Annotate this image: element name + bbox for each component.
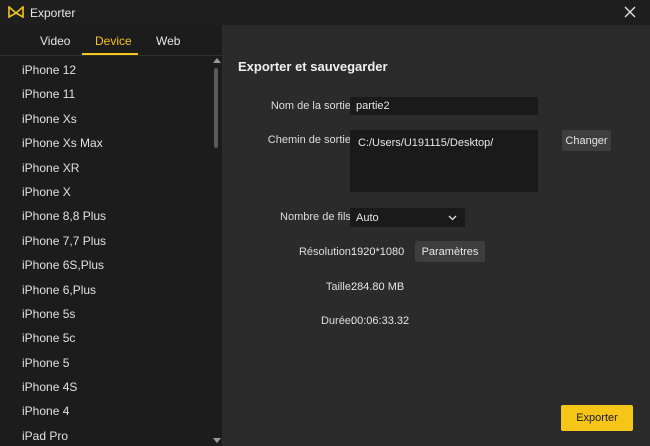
- duration-value: 00:06:33.32: [351, 315, 410, 327]
- window-title: Exporter: [30, 6, 76, 20]
- active-tab-indicator: [82, 53, 138, 55]
- page-title: Exporter et sauvegarder: [238, 59, 388, 74]
- device-item[interactable]: iPhone 11: [0, 82, 210, 106]
- device-item[interactable]: iPhone 5s: [0, 302, 210, 326]
- output-path-label: Chemin de sortie:: [267, 134, 354, 146]
- device-item[interactable]: iPhone 5: [0, 351, 210, 375]
- device-item[interactable]: iPhone 4S: [0, 375, 210, 399]
- device-item[interactable]: iPhone 4: [0, 399, 210, 423]
- duration-label: Durée:: [320, 315, 354, 327]
- export-panel: Exporter et sauvegarder Nom de la sortie…: [222, 25, 650, 446]
- device-item[interactable]: iPad Pro: [0, 424, 210, 446]
- sidebar: Video Device Web iPhone 12 iPhone 11 iPh…: [0, 25, 222, 446]
- size-value: 284.80 MB: [351, 281, 405, 293]
- device-item[interactable]: iPhone Xs Max: [0, 131, 210, 155]
- output-path-field[interactable]: C:/Users/U191115/Desktop/: [350, 130, 538, 192]
- device-item[interactable]: iPhone Xs: [0, 107, 210, 131]
- threads-label: Nombre de fils:: [280, 211, 354, 223]
- title-bar: Exporter: [0, 0, 650, 25]
- chevron-down-icon: [448, 215, 457, 221]
- app-logo-icon: [8, 6, 24, 18]
- scroll-thumb[interactable]: [214, 68, 218, 148]
- tab-bar: Video Device Web: [0, 25, 222, 56]
- output-name-input[interactable]: partie2: [350, 97, 538, 115]
- device-item[interactable]: iPhone 6,Plus: [0, 278, 210, 302]
- tab-web[interactable]: Web: [156, 34, 180, 48]
- device-item[interactable]: iPhone XR: [0, 156, 210, 180]
- threads-select[interactable]: Auto: [350, 208, 465, 227]
- change-path-button[interactable]: Changer: [562, 130, 611, 151]
- device-list: iPhone 12 iPhone 11 iPhone Xs iPhone Xs …: [0, 58, 210, 446]
- threads-selected-value: Auto: [356, 211, 379, 224]
- resolution-value: 1920*1080: [351, 246, 405, 258]
- device-item[interactable]: iPhone 6S,Plus: [0, 253, 210, 277]
- tab-device[interactable]: Device: [95, 34, 132, 48]
- output-name-label: Nom de la sortie:: [270, 100, 354, 112]
- settings-button[interactable]: Paramètres: [415, 241, 485, 262]
- export-button[interactable]: Exporter: [561, 405, 633, 431]
- resolution-label: Résolution:: [298, 246, 354, 258]
- device-item[interactable]: iPhone X: [0, 180, 210, 204]
- scroll-up-arrow-icon[interactable]: [213, 58, 221, 63]
- device-item[interactable]: iPhone 7,7 Plus: [0, 229, 210, 253]
- device-item[interactable]: iPhone 8,8 Plus: [0, 204, 210, 228]
- scroll-down-arrow-icon[interactable]: [213, 438, 221, 443]
- close-icon[interactable]: [622, 4, 638, 20]
- size-label: Taille:: [325, 281, 354, 293]
- device-item[interactable]: iPhone 12: [0, 58, 210, 82]
- device-item[interactable]: iPhone 5c: [0, 326, 210, 350]
- tab-video[interactable]: Video: [40, 34, 70, 48]
